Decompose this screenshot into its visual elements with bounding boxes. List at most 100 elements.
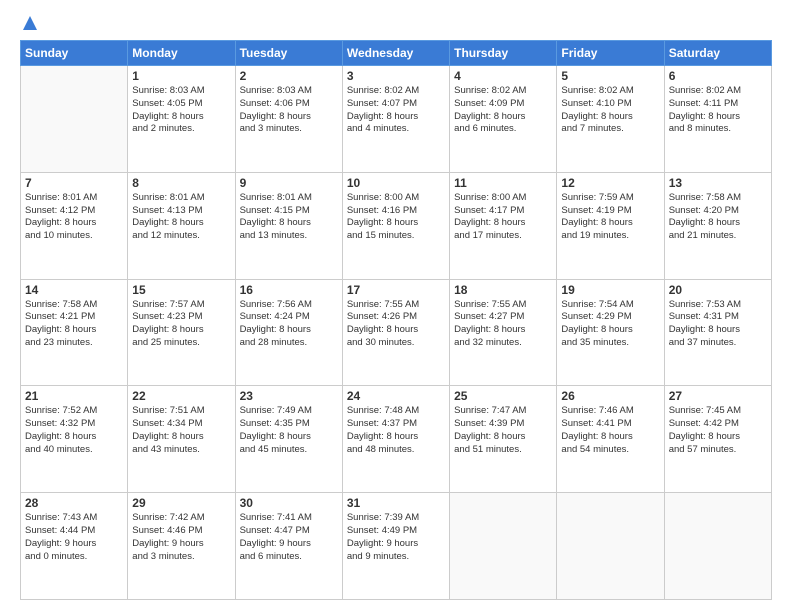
day-number: 14 [25, 283, 123, 297]
day-cell: 10 Sunrise: 8:00 AMSunset: 4:16 PMDayligh… [342, 172, 449, 279]
day-cell: 15 Sunrise: 7:57 AMSunset: 4:23 PMDayligh… [128, 279, 235, 386]
cell-info: Sunrise: 7:51 AMSunset: 4:34 PMDaylight:… [132, 405, 230, 456]
header-day-thursday: Thursday [450, 41, 557, 66]
cell-info: Sunrise: 7:58 AMSunset: 4:20 PMDaylight:… [669, 192, 767, 243]
cell-info: Sunrise: 7:42 AMSunset: 4:46 PMDaylight:… [132, 512, 230, 563]
cell-info: Sunrise: 8:02 AMSunset: 4:11 PMDaylight:… [669, 85, 767, 136]
day-cell: 19 Sunrise: 7:54 AMSunset: 4:29 PMDayligh… [557, 279, 664, 386]
day-number: 6 [669, 69, 767, 83]
day-cell: 8 Sunrise: 8:01 AMSunset: 4:13 PMDaylight… [128, 172, 235, 279]
cell-info: Sunrise: 7:49 AMSunset: 4:35 PMDaylight:… [240, 405, 338, 456]
header-day-wednesday: Wednesday [342, 41, 449, 66]
day-cell: 6 Sunrise: 8:02 AMSunset: 4:11 PMDaylight… [664, 66, 771, 173]
day-number: 17 [347, 283, 445, 297]
day-number: 25 [454, 389, 552, 403]
day-cell: 24 Sunrise: 7:48 AMSunset: 4:37 PMDayligh… [342, 386, 449, 493]
cell-info: Sunrise: 7:39 AMSunset: 4:49 PMDaylight:… [347, 512, 445, 563]
day-cell: 11 Sunrise: 8:00 AMSunset: 4:17 PMDayligh… [450, 172, 557, 279]
cell-info: Sunrise: 7:56 AMSunset: 4:24 PMDaylight:… [240, 299, 338, 350]
day-number: 1 [132, 69, 230, 83]
cell-info: Sunrise: 8:02 AMSunset: 4:09 PMDaylight:… [454, 85, 552, 136]
day-cell: 25 Sunrise: 7:47 AMSunset: 4:39 PMDayligh… [450, 386, 557, 493]
day-number: 16 [240, 283, 338, 297]
day-number: 12 [561, 176, 659, 190]
header-day-friday: Friday [557, 41, 664, 66]
day-number: 28 [25, 496, 123, 510]
cell-info: Sunrise: 8:03 AMSunset: 4:05 PMDaylight:… [132, 85, 230, 136]
day-cell: 3 Sunrise: 8:02 AMSunset: 4:07 PMDaylight… [342, 66, 449, 173]
day-cell [557, 493, 664, 600]
day-cell: 1 Sunrise: 8:03 AMSunset: 4:05 PMDaylight… [128, 66, 235, 173]
day-number: 8 [132, 176, 230, 190]
day-cell: 22 Sunrise: 7:51 AMSunset: 4:34 PMDayligh… [128, 386, 235, 493]
cell-info: Sunrise: 8:00 AMSunset: 4:16 PMDaylight:… [347, 192, 445, 243]
day-cell: 23 Sunrise: 7:49 AMSunset: 4:35 PMDayligh… [235, 386, 342, 493]
day-number: 19 [561, 283, 659, 297]
cell-info: Sunrise: 8:03 AMSunset: 4:06 PMDaylight:… [240, 85, 338, 136]
logo-icon [23, 16, 37, 30]
header-day-tuesday: Tuesday [235, 41, 342, 66]
day-cell: 20 Sunrise: 7:53 AMSunset: 4:31 PMDayligh… [664, 279, 771, 386]
cell-info: Sunrise: 8:00 AMSunset: 4:17 PMDaylight:… [454, 192, 552, 243]
day-cell [21, 66, 128, 173]
week-row-2: 14Sunrise: 7:58 AMSunset: 4:21 PMDayligh… [21, 279, 772, 386]
day-number: 31 [347, 496, 445, 510]
cell-info: Sunrise: 7:43 AMSunset: 4:44 PMDaylight:… [25, 512, 123, 563]
day-number: 20 [669, 283, 767, 297]
day-cell: 13 Sunrise: 7:58 AMSunset: 4:20 PMDayligh… [664, 172, 771, 279]
cell-info: Sunrise: 7:59 AMSunset: 4:19 PMDaylight:… [561, 192, 659, 243]
day-cell: 29 Sunrise: 7:42 AMSunset: 4:46 PMDayligh… [128, 493, 235, 600]
cell-info: Sunrise: 7:57 AMSunset: 4:23 PMDaylight:… [132, 299, 230, 350]
day-number: 9 [240, 176, 338, 190]
day-number: 13 [669, 176, 767, 190]
day-cell: 26 Sunrise: 7:46 AMSunset: 4:41 PMDayligh… [557, 386, 664, 493]
day-number: 11 [454, 176, 552, 190]
cell-info: Sunrise: 7:52 AMSunset: 4:32 PMDaylight:… [25, 405, 123, 456]
cell-info: Sunrise: 7:55 AMSunset: 4:26 PMDaylight:… [347, 299, 445, 350]
day-cell: 21 Sunrise: 7:52 AMSunset: 4:32 PMDayligh… [21, 386, 128, 493]
day-cell [450, 493, 557, 600]
cell-info: Sunrise: 8:01 AMSunset: 4:13 PMDaylight:… [132, 192, 230, 243]
day-cell: 28 Sunrise: 7:43 AMSunset: 4:44 PMDayligh… [21, 493, 128, 600]
day-cell: 31 Sunrise: 7:39 AMSunset: 4:49 PMDayligh… [342, 493, 449, 600]
cell-info: Sunrise: 7:46 AMSunset: 4:41 PMDaylight:… [561, 405, 659, 456]
day-number: 10 [347, 176, 445, 190]
header-day-saturday: Saturday [664, 41, 771, 66]
cell-info: Sunrise: 7:41 AMSunset: 4:47 PMDaylight:… [240, 512, 338, 563]
day-number: 15 [132, 283, 230, 297]
cell-info: Sunrise: 7:54 AMSunset: 4:29 PMDaylight:… [561, 299, 659, 350]
cell-info: Sunrise: 8:01 AMSunset: 4:12 PMDaylight:… [25, 192, 123, 243]
week-row-3: 21 Sunrise: 7:52 AMSunset: 4:32 PMDayligh… [21, 386, 772, 493]
day-cell: 7 Sunrise: 8:01 AMSunset: 4:12 PMDaylight… [21, 172, 128, 279]
day-number: 5 [561, 69, 659, 83]
cell-info: Sunrise: 7:45 AMSunset: 4:42 PMDaylight:… [669, 405, 767, 456]
day-number: 21 [25, 389, 123, 403]
day-number: 22 [132, 389, 230, 403]
cell-info: Sunrise: 7:47 AMSunset: 4:39 PMDaylight:… [454, 405, 552, 456]
day-number: 26 [561, 389, 659, 403]
cell-info: Sunrise: 8:01 AMSunset: 4:15 PMDaylight:… [240, 192, 338, 243]
day-number: 2 [240, 69, 338, 83]
header [20, 16, 772, 34]
day-number: 18 [454, 283, 552, 297]
day-number: 3 [347, 69, 445, 83]
week-row-0: 1 Sunrise: 8:03 AMSunset: 4:05 PMDaylight… [21, 66, 772, 173]
day-cell: 30 Sunrise: 7:41 AMSunset: 4:47 PMDayligh… [235, 493, 342, 600]
day-cell: 5Sunrise: 8:02 AMSunset: 4:10 PMDaylight… [557, 66, 664, 173]
day-cell: 27 Sunrise: 7:45 AMSunset: 4:42 PMDayligh… [664, 386, 771, 493]
day-number: 30 [240, 496, 338, 510]
day-number: 29 [132, 496, 230, 510]
day-number: 27 [669, 389, 767, 403]
logo [20, 16, 37, 34]
header-day-sunday: Sunday [21, 41, 128, 66]
day-cell [664, 493, 771, 600]
page: SundayMondayTuesdayWednesdayThursdayFrid… [0, 0, 792, 612]
cell-info: Sunrise: 7:53 AMSunset: 4:31 PMDaylight:… [669, 299, 767, 350]
day-number: 7 [25, 176, 123, 190]
day-number: 24 [347, 389, 445, 403]
cell-info: Sunrise: 8:02 AMSunset: 4:07 PMDaylight:… [347, 85, 445, 136]
day-number: 23 [240, 389, 338, 403]
day-cell: 18Sunrise: 7:55 AMSunset: 4:27 PMDayligh… [450, 279, 557, 386]
cell-info: Sunrise: 7:48 AMSunset: 4:37 PMDaylight:… [347, 405, 445, 456]
day-cell: 12 Sunrise: 7:59 AMSunset: 4:19 PMDayligh… [557, 172, 664, 279]
